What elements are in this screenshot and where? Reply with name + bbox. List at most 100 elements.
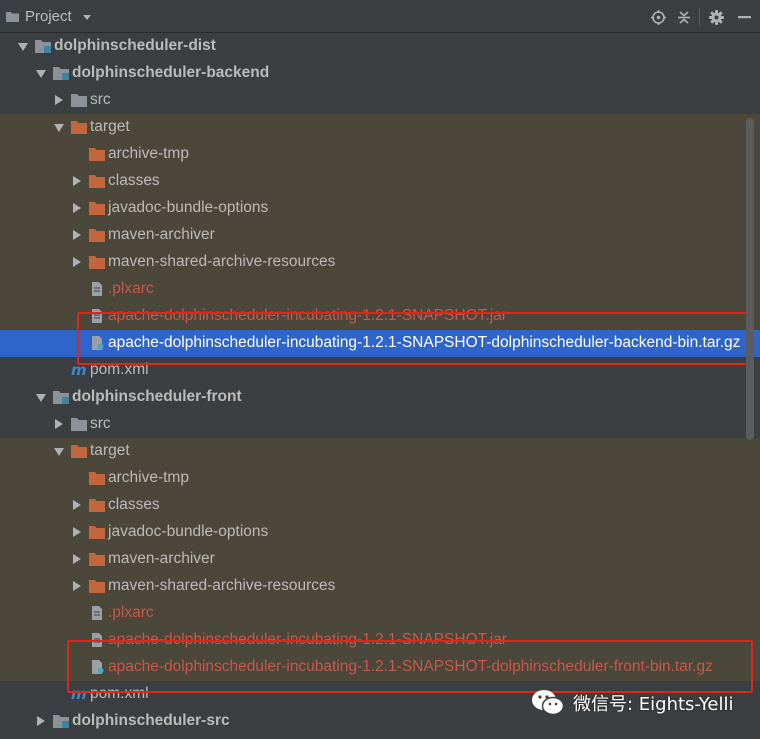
tree-item-label: dolphinscheduler-dist bbox=[54, 37, 216, 54]
module-folder-icon bbox=[53, 66, 69, 80]
excluded-folder-icon bbox=[89, 147, 105, 161]
tree-item-label: maven-shared-archive-resources bbox=[108, 577, 336, 594]
tree-item-label: dolphinscheduler-src bbox=[72, 712, 230, 729]
project-view-title[interactable]: Project bbox=[25, 8, 72, 25]
folder-icon bbox=[71, 417, 87, 431]
tree-item-label: target bbox=[90, 442, 130, 459]
tree-row[interactable]: apache-dolphinscheduler-incubating-1.2.1… bbox=[0, 303, 760, 330]
tree-item-label: .plxarc bbox=[108, 604, 154, 621]
tree-item-label: javadoc-bundle-options bbox=[108, 523, 269, 540]
watermark-text: 微信号: Eights-Yelli bbox=[573, 694, 734, 715]
tree-item-label: dolphinscheduler-front bbox=[72, 388, 242, 405]
tree-item-label: javadoc-bundle-options bbox=[108, 199, 269, 216]
expand-arrow-down-icon[interactable] bbox=[36, 70, 46, 78]
expand-arrow-down-icon[interactable] bbox=[54, 124, 64, 132]
expand-arrow-right-icon[interactable] bbox=[37, 716, 45, 726]
expand-arrow-right-icon[interactable] bbox=[73, 203, 81, 213]
expand-arrow-down-icon[interactable] bbox=[54, 448, 64, 456]
tree-row[interactable]: dolphinscheduler-dist bbox=[0, 33, 760, 60]
tree-row[interactable]: javadoc-bundle-options bbox=[0, 519, 760, 546]
tree-item-label: classes bbox=[108, 172, 160, 189]
excluded-folder-icon bbox=[89, 255, 105, 269]
hide-icon[interactable] bbox=[736, 9, 752, 25]
tree-row[interactable]: archive-tmp bbox=[0, 465, 760, 492]
vertical-scrollbar[interactable] bbox=[746, 118, 754, 440]
tree-item-label: src bbox=[90, 91, 111, 108]
tree-item-label: .plxarc bbox=[108, 280, 154, 297]
locate-icon[interactable] bbox=[650, 9, 666, 25]
excluded-folder-icon bbox=[89, 579, 105, 593]
expand-arrow-right-icon[interactable] bbox=[73, 176, 81, 186]
tree-item-label: target bbox=[90, 118, 130, 135]
svg-text:m: m bbox=[71, 363, 87, 377]
tree-item-label: dolphinscheduler-backend bbox=[72, 64, 270, 81]
tree-item-label: archive-tmp bbox=[108, 145, 189, 162]
excluded-folder-icon bbox=[89, 228, 105, 242]
archive-file-icon bbox=[89, 336, 105, 350]
tree-item-label: apache-dolphinscheduler-incubating-1.2.1… bbox=[108, 658, 713, 675]
excluded-folder-icon bbox=[89, 201, 105, 215]
project-folder-icon bbox=[6, 12, 19, 22]
expand-arrow-right-icon[interactable] bbox=[73, 230, 81, 240]
tree-item-label: apache-dolphinscheduler-incubating-1.2.1… bbox=[108, 631, 507, 648]
tree-row[interactable]: maven-archiver bbox=[0, 546, 760, 573]
expand-arrow-right-icon[interactable] bbox=[55, 95, 63, 105]
module-folder-icon bbox=[53, 714, 69, 728]
tree-row[interactable]: .plxarc bbox=[0, 600, 760, 627]
excluded-folder-icon bbox=[89, 174, 105, 188]
file-icon bbox=[89, 309, 105, 323]
file-icon bbox=[89, 606, 105, 620]
expand-arrow-right-icon[interactable] bbox=[73, 581, 81, 591]
expand-arrow-right-icon[interactable] bbox=[73, 554, 81, 564]
tree-row[interactable]: dolphinscheduler-backend bbox=[0, 60, 760, 87]
tree-row[interactable]: target bbox=[0, 438, 760, 465]
watermark: 微信号: Eights-Yelli bbox=[531, 686, 733, 720]
file-icon bbox=[89, 633, 105, 647]
excluded-folder-icon bbox=[71, 444, 87, 458]
maven-pom-icon: m bbox=[71, 361, 87, 379]
excluded-folder-icon bbox=[89, 525, 105, 539]
tree-item-label: archive-tmp bbox=[108, 469, 189, 486]
chevron-down-icon[interactable] bbox=[83, 15, 91, 20]
project-tree: dolphinscheduler-dist dolphinscheduler-ba… bbox=[0, 33, 760, 735]
svg-text:m: m bbox=[71, 687, 87, 701]
collapse-all-icon[interactable] bbox=[676, 9, 692, 25]
tree-item-label: maven-archiver bbox=[108, 550, 215, 567]
tree-item-label: apache-dolphinscheduler-incubating-1.2.1… bbox=[108, 307, 507, 324]
tree-row[interactable]: javadoc-bundle-options bbox=[0, 195, 760, 222]
folder-icon bbox=[71, 93, 87, 107]
tree-row[interactable]: apache-dolphinscheduler-incubating-1.2.1… bbox=[0, 330, 760, 357]
expand-arrow-right-icon[interactable] bbox=[73, 500, 81, 510]
expand-arrow-down-icon[interactable] bbox=[36, 394, 46, 402]
maven-pom-icon: m bbox=[71, 685, 87, 703]
expand-arrow-right-icon[interactable] bbox=[73, 527, 81, 537]
tree-row[interactable]: .plxarc bbox=[0, 276, 760, 303]
archive-file-icon bbox=[89, 660, 105, 674]
excluded-folder-icon bbox=[71, 120, 87, 134]
tree-row[interactable]: m pom.xml bbox=[0, 357, 760, 384]
tree-row[interactable]: src bbox=[0, 87, 760, 114]
header-divider bbox=[699, 8, 700, 26]
tree-row[interactable]: dolphinscheduler-front bbox=[0, 384, 760, 411]
tree-row[interactable]: classes bbox=[0, 492, 760, 519]
module-folder-icon bbox=[35, 39, 51, 53]
tree-item-label: classes bbox=[108, 496, 160, 513]
tree-row[interactable]: maven-shared-archive-resources bbox=[0, 249, 760, 276]
tree-row[interactable]: apache-dolphinscheduler-incubating-1.2.1… bbox=[0, 627, 760, 654]
expand-arrow-down-icon[interactable] bbox=[18, 43, 28, 51]
tree-row[interactable]: maven-archiver bbox=[0, 222, 760, 249]
tree-item-label: maven-archiver bbox=[108, 226, 215, 243]
expand-arrow-right-icon[interactable] bbox=[73, 257, 81, 267]
excluded-folder-icon bbox=[89, 552, 105, 566]
wechat-logo-icon bbox=[532, 690, 565, 716]
tree-row[interactable]: maven-shared-archive-resources bbox=[0, 573, 760, 600]
tree-row[interactable]: apache-dolphinscheduler-incubating-1.2.1… bbox=[0, 654, 760, 681]
tree-row[interactable]: target bbox=[0, 114, 760, 141]
tree-row[interactable]: src bbox=[0, 411, 760, 438]
excluded-folder-icon bbox=[89, 498, 105, 512]
tree-row[interactable]: classes bbox=[0, 168, 760, 195]
expand-arrow-right-icon[interactable] bbox=[55, 419, 63, 429]
settings-gear-icon[interactable] bbox=[708, 9, 724, 25]
tree-row[interactable]: archive-tmp bbox=[0, 141, 760, 168]
tool-window-header: Project bbox=[0, 0, 760, 33]
